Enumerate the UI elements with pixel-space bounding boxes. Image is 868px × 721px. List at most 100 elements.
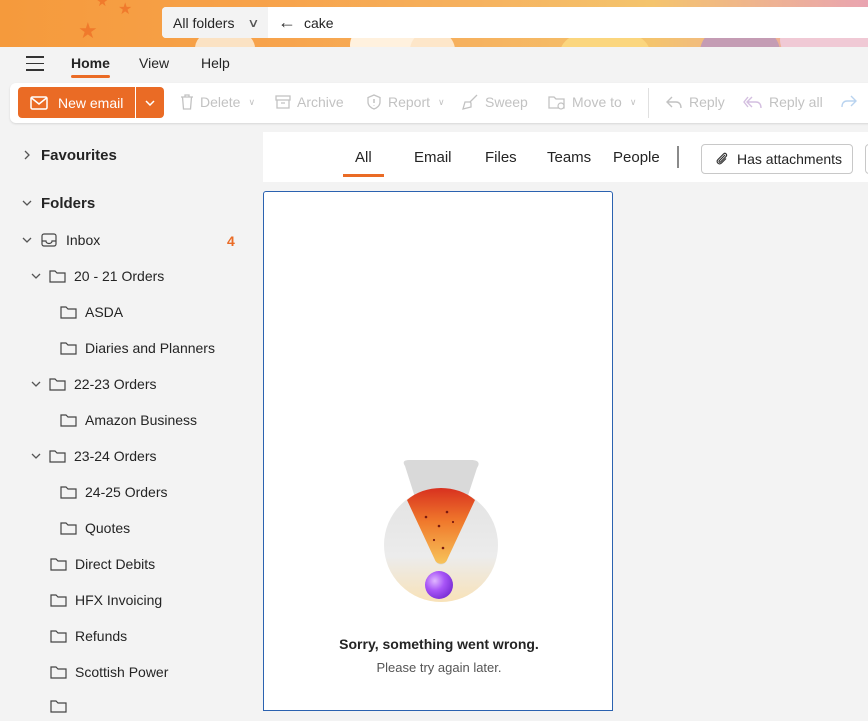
forward-button[interactable]: [840, 94, 864, 108]
sidebar-item-direct-debits[interactable]: Direct Debits: [50, 549, 155, 579]
sidebar-item-asda[interactable]: ASDA: [60, 297, 123, 327]
filter-tab-teams[interactable]: Teams: [547, 149, 591, 166]
broom-icon: [462, 94, 478, 110]
error-illustration-icon: [384, 460, 498, 602]
chevron-right-icon: [24, 150, 30, 160]
report-label: Report: [388, 94, 431, 110]
sweep-label: Sweep: [485, 94, 528, 110]
folder-icon: [49, 270, 66, 283]
hamburger-menu-icon[interactable]: [26, 56, 44, 71]
folder-label: Scottish Power: [75, 664, 169, 680]
has-attachments-filter-button[interactable]: Has attachments: [701, 144, 853, 174]
sidebar-item-23-24-orders[interactable]: 23-24 Orders: [31, 441, 156, 471]
chevron-down-icon: [31, 453, 41, 459]
folder-icon: [60, 522, 77, 535]
move-to-button[interactable]: Move to ∨: [548, 94, 636, 110]
chevron-down-icon: [22, 200, 32, 206]
sidebar-item-hfx-invoicing[interactable]: HFX Invoicing: [50, 585, 162, 615]
reply-label: Reply: [689, 94, 725, 110]
folder-label: Quotes: [85, 520, 131, 536]
folder-icon: [50, 594, 67, 607]
menu-bar: Home View Help: [0, 47, 868, 83]
sidebar-item-inbox[interactable]: Inbox: [22, 225, 262, 255]
folder-icon: [50, 700, 67, 713]
chevron-down-icon: ∨: [438, 96, 445, 107]
filter-tab-people[interactable]: People: [613, 149, 660, 166]
sidebar-item-20-21-orders[interactable]: 20 - 21 Orders: [31, 261, 164, 291]
sidebar-item-22-23-orders[interactable]: 22-23 Orders: [31, 369, 156, 399]
folders-section[interactable]: Folders: [22, 188, 95, 218]
tab-view[interactable]: View: [139, 55, 169, 71]
search-filter-bar: All Email Files Teams People Has attachm…: [263, 132, 868, 182]
new-email-options-button[interactable]: [136, 87, 164, 118]
folder-icon: [60, 342, 77, 355]
report-button[interactable]: Report ∨: [366, 94, 445, 110]
folder-label: 24-25 Orders: [85, 484, 168, 500]
chevron-down-icon: [22, 237, 32, 243]
folder-icon: [49, 378, 66, 391]
folder-icon: [60, 486, 77, 499]
search-box[interactable]: All folders ∨ ← cake: [162, 7, 868, 38]
folder-pane: Favourites Folders Inbox 4 20 - 21 Order…: [0, 123, 262, 713]
chevron-down-icon: [31, 381, 41, 387]
archive-button[interactable]: Archive: [275, 94, 344, 110]
reply-all-icon: [743, 96, 762, 109]
has-attachments-label: Has attachments: [737, 151, 843, 167]
filter-tab-all[interactable]: All: [343, 149, 384, 177]
forward-icon: [841, 95, 857, 108]
folder-move-icon: [548, 95, 565, 110]
sidebar-item-amazon-business[interactable]: Amazon Business: [60, 405, 197, 435]
new-email-label: New email: [58, 94, 124, 111]
inbox-label: Inbox: [66, 232, 101, 248]
reply-all-button[interactable]: Reply all: [743, 94, 823, 110]
back-arrow-icon[interactable]: ←: [278, 12, 296, 33]
search-scope-label: All folders: [173, 14, 235, 31]
reply-all-label: Reply all: [769, 94, 823, 110]
filter-tab-files[interactable]: Files: [485, 149, 517, 166]
folder-icon: [50, 666, 67, 679]
folder-icon: [60, 306, 77, 319]
header-banner: ★ ★ ★ All folders ∨ ← cake: [0, 0, 868, 47]
sidebar-item-partial[interactable]: [50, 691, 67, 721]
folder-label: 22-23 Orders: [74, 376, 157, 392]
search-input[interactable]: cake: [304, 15, 334, 31]
sidebar-item-scottish-power[interactable]: Scottish Power: [50, 657, 168, 687]
filter-divider: [677, 146, 679, 168]
favourites-section[interactable]: Favourites: [22, 140, 117, 170]
sidebar-item-diaries-and-planners[interactable]: Diaries and Planners: [60, 333, 215, 363]
star-decoration-icon: ★: [118, 1, 133, 18]
sidebar-item-quotes[interactable]: Quotes: [60, 513, 130, 543]
sidebar-item-24-25-orders[interactable]: 24-25 Orders: [60, 477, 167, 507]
folder-label: Refunds: [75, 628, 128, 644]
sweep-button[interactable]: Sweep: [462, 94, 528, 110]
folder-icon: [50, 558, 67, 571]
reply-icon: [666, 96, 682, 109]
star-decoration-icon: ★: [96, 0, 109, 9]
folder-icon: [60, 414, 77, 427]
folder-label: 20 - 21 Orders: [74, 268, 165, 284]
inbox-unread-count: 4: [227, 233, 235, 249]
move-to-label: Move to: [572, 94, 622, 110]
tab-home[interactable]: Home: [71, 55, 110, 78]
folder-label: ASDA: [85, 304, 124, 320]
delete-button[interactable]: Delete ∨: [180, 94, 255, 110]
folder-icon: [50, 630, 67, 643]
shield-alert-icon: [367, 94, 381, 110]
sidebar-item-refunds[interactable]: Refunds: [50, 621, 127, 651]
archive-label: Archive: [297, 94, 344, 110]
favourites-label: Favourites: [41, 146, 117, 164]
inbox-icon: [41, 233, 57, 247]
error-title: Sorry, something went wrong.: [339, 636, 539, 652]
folder-label: Direct Debits: [75, 556, 156, 572]
folder-label: Diaries and Planners: [85, 340, 215, 356]
ribbon-toolbar: New email Delete ∨ Archive Report ∨ Swee…: [10, 83, 868, 123]
ribbon-divider: [648, 88, 649, 118]
star-decoration-icon: ★: [78, 18, 98, 43]
reply-button[interactable]: Reply: [665, 94, 725, 110]
search-scope-dropdown[interactable]: All folders ∨: [162, 7, 268, 38]
filter-tab-email[interactable]: Email: [414, 149, 452, 166]
chevron-down-icon: [145, 99, 155, 106]
tab-help[interactable]: Help: [201, 55, 230, 71]
chevron-down-icon: ∨: [247, 15, 260, 30]
new-email-button[interactable]: New email: [18, 87, 135, 118]
